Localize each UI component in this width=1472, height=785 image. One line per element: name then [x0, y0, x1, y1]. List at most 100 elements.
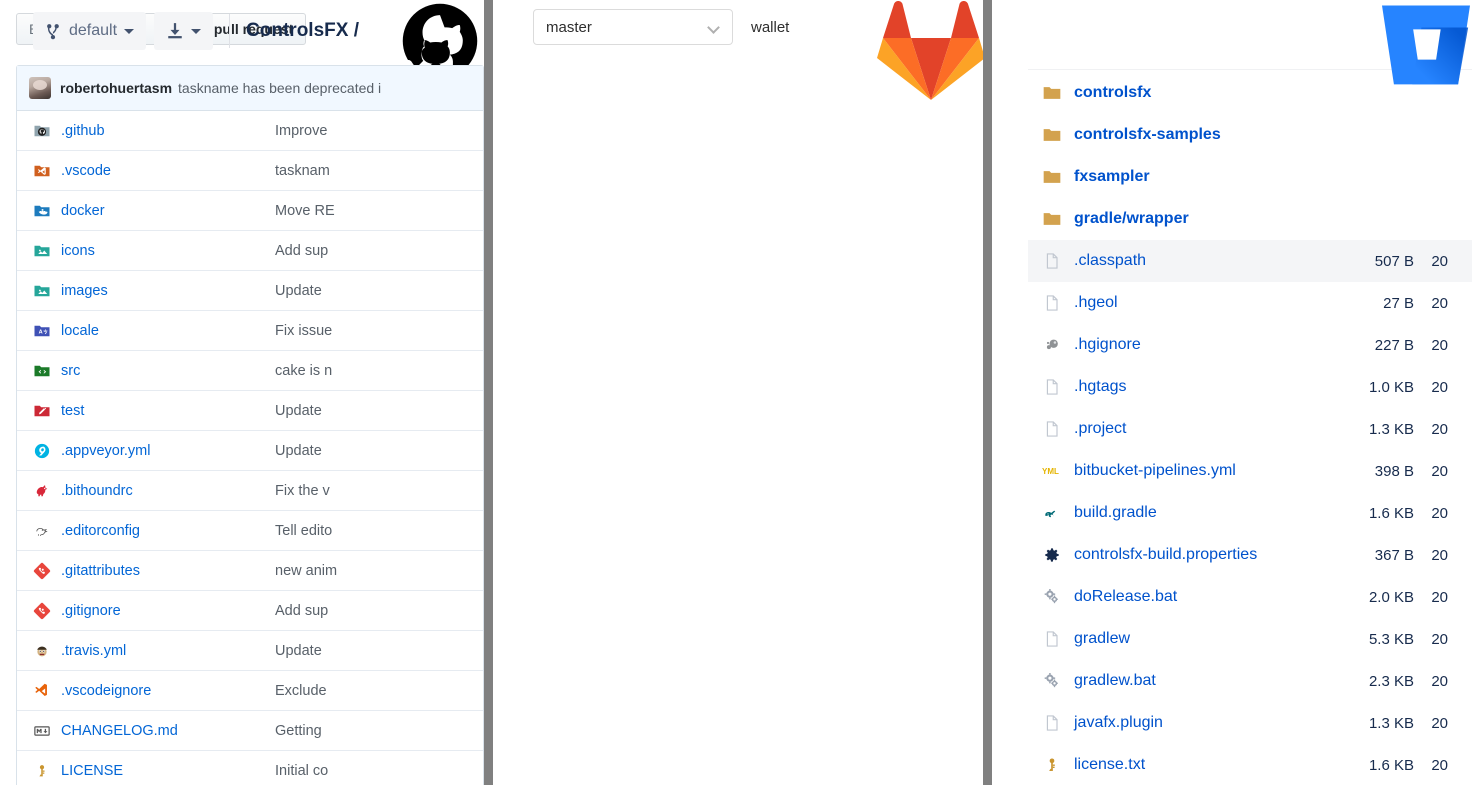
- gitlab-tanuki-logo: [876, 0, 986, 100]
- commit-message[interactable]: new anim: [255, 563, 483, 579]
- commit-message[interactable]: Fix issue: [255, 323, 483, 339]
- commit-message[interactable]: Add sup: [255, 603, 483, 619]
- commit-message[interactable]: Exclude: [255, 683, 483, 699]
- commit-message[interactable]: Improve: [255, 123, 483, 139]
- table-row[interactable]: javafx.plugin 1.3 KB 20: [1028, 702, 1472, 744]
- file-name[interactable]: bitbucket-pipelines.yml: [1066, 462, 1334, 480]
- panel-divider-left: [484, 0, 493, 785]
- file-name[interactable]: gradlew.bat: [1066, 672, 1334, 690]
- table-row[interactable]: fxsampler: [1028, 156, 1472, 198]
- repo-breadcrumb-title[interactable]: ControlsFX /: [246, 20, 359, 42]
- table-row[interactable]: .appveyor.yml Update: [17, 431, 483, 471]
- bitbucket-bucket-logo: [1380, 0, 1472, 88]
- commit-message[interactable]: Move RE: [255, 203, 483, 219]
- commit-message[interactable]: Add sup: [255, 243, 483, 259]
- file-name[interactable]: LICENSE: [55, 763, 255, 779]
- table-row[interactable]: Alocale Fix issue: [17, 311, 483, 351]
- table-row[interactable]: controlsfx-build.properties 367 B 20: [1028, 534, 1472, 576]
- table-row[interactable]: docker Move RE: [17, 191, 483, 231]
- folder-docker-icon: [29, 202, 55, 220]
- table-row[interactable]: .hgignore 227 B 20: [1028, 324, 1472, 366]
- commit-message[interactable]: Initial co: [255, 763, 483, 779]
- table-row[interactable]: doRelease.bat 2.0 KB 20: [1028, 576, 1472, 618]
- gears-icon: [1028, 671, 1066, 691]
- table-row[interactable]: .hgeol 27 B 20: [1028, 282, 1472, 324]
- table-row[interactable]: gradlew.bat 2.3 KB 20: [1028, 660, 1472, 702]
- file-size: 1.0 KB: [1368, 378, 1414, 396]
- file-name[interactable]: .appveyor.yml: [55, 443, 255, 459]
- file-name[interactable]: fxsampler: [1066, 168, 1334, 186]
- file-name[interactable]: .gitattributes: [55, 563, 255, 579]
- table-row[interactable]: controlsfx-samples: [1028, 114, 1472, 156]
- file-name[interactable]: src: [55, 363, 255, 379]
- file-name[interactable]: .project: [1066, 420, 1334, 438]
- table-row[interactable]: .gitignore Add sup: [17, 591, 483, 631]
- latest-commit-row[interactable]: robertohuertasm taskname has been deprec…: [17, 66, 483, 111]
- table-row[interactable]: .github Improve: [17, 111, 483, 151]
- table-row[interactable]: gradle/wrapper: [1028, 198, 1472, 240]
- table-row[interactable]: .classpath 507 B 20: [1028, 240, 1472, 282]
- file-name[interactable]: .bithoundrc: [55, 483, 255, 499]
- table-row[interactable]: .bithoundrc Fix the v: [17, 471, 483, 511]
- table-row[interactable]: .gitattributes new anim: [17, 551, 483, 591]
- commit-message[interactable]: Update: [255, 283, 483, 299]
- table-row[interactable]: build.gradle 1.6 KB 20: [1028, 492, 1472, 534]
- table-row[interactable]: test Update: [17, 391, 483, 431]
- breadcrumb[interactable]: wallet: [751, 19, 789, 36]
- file-name[interactable]: doRelease.bat: [1066, 588, 1334, 606]
- file-name[interactable]: .github: [55, 123, 255, 139]
- table-row[interactable]: src cake is n: [17, 351, 483, 391]
- table-row[interactable]: gradlew 5.3 KB 20: [1028, 618, 1472, 660]
- file-name[interactable]: .vscodeignore: [55, 683, 255, 699]
- table-row[interactable]: .project 1.3 KB 20: [1028, 408, 1472, 450]
- file-name[interactable]: .hgignore: [1066, 336, 1334, 354]
- table-row[interactable]: YML bitbucket-pipelines.yml 398 B 20: [1028, 450, 1472, 492]
- file-name[interactable]: gradle/wrapper: [1066, 210, 1334, 228]
- file-name[interactable]: icons: [55, 243, 255, 259]
- table-row[interactable]: .travis.yml Update: [17, 631, 483, 671]
- table-row[interactable]: .vscodeignore Exclude: [17, 671, 483, 711]
- file-name[interactable]: .travis.yml: [55, 643, 255, 659]
- file-name[interactable]: test: [55, 403, 255, 419]
- commit-message[interactable]: Update: [255, 443, 483, 459]
- branch-select[interactable]: master: [533, 9, 733, 45]
- caret-down-icon: [124, 28, 135, 34]
- file-name[interactable]: controlsfx-samples: [1066, 126, 1334, 144]
- file-name[interactable]: license.txt: [1066, 756, 1334, 774]
- commit-message[interactable]: tasknam: [255, 163, 483, 179]
- table-row[interactable]: .hgtags 1.0 KB 20: [1028, 366, 1472, 408]
- table-row[interactable]: .vscode tasknam: [17, 151, 483, 191]
- commit-message[interactable]: Getting: [255, 723, 483, 739]
- file-name[interactable]: .gitignore: [55, 603, 255, 619]
- commit-message[interactable]: cake is n: [255, 363, 483, 379]
- commit-message[interactable]: taskname has been deprecated i: [178, 80, 381, 96]
- file-name[interactable]: javafx.plugin: [1066, 714, 1334, 732]
- file-name[interactable]: locale: [55, 323, 255, 339]
- file-name[interactable]: docker: [55, 203, 255, 219]
- file-name[interactable]: controlsfx-build.properties: [1066, 546, 1334, 564]
- file-name[interactable]: images: [55, 283, 255, 299]
- file-name[interactable]: controlsfx: [1066, 84, 1334, 102]
- download-button[interactable]: [154, 12, 214, 50]
- commit-message[interactable]: Fix the v: [255, 483, 483, 499]
- table-row[interactable]: CHANGELOG.md Getting: [17, 711, 483, 751]
- table-row[interactable]: images Update: [17, 271, 483, 311]
- file-name[interactable]: .editorconfig: [55, 523, 255, 539]
- file-name[interactable]: .hgeol: [1066, 294, 1334, 312]
- commit-message[interactable]: Update: [255, 403, 483, 419]
- file-name[interactable]: .vscode: [55, 163, 255, 179]
- file-size: 227 B: [1374, 336, 1414, 354]
- file-name[interactable]: .classpath: [1066, 252, 1334, 270]
- table-row[interactable]: LICENSE Initial co: [17, 751, 483, 785]
- commit-message[interactable]: Tell edito: [255, 523, 483, 539]
- table-row[interactable]: .editorconfig Tell edito: [17, 511, 483, 551]
- commit-message[interactable]: Update: [255, 643, 483, 659]
- commit-author[interactable]: robertohuertasm: [60, 80, 172, 96]
- file-name[interactable]: .hgtags: [1066, 378, 1334, 396]
- table-row[interactable]: icons Add sup: [17, 231, 483, 271]
- file-name[interactable]: CHANGELOG.md: [55, 723, 255, 739]
- file-name[interactable]: gradlew: [1066, 630, 1334, 648]
- branch-selector-button[interactable]: default: [33, 12, 147, 50]
- table-row[interactable]: license.txt 1.6 KB 20: [1028, 744, 1472, 785]
- file-name[interactable]: build.gradle: [1066, 504, 1334, 522]
